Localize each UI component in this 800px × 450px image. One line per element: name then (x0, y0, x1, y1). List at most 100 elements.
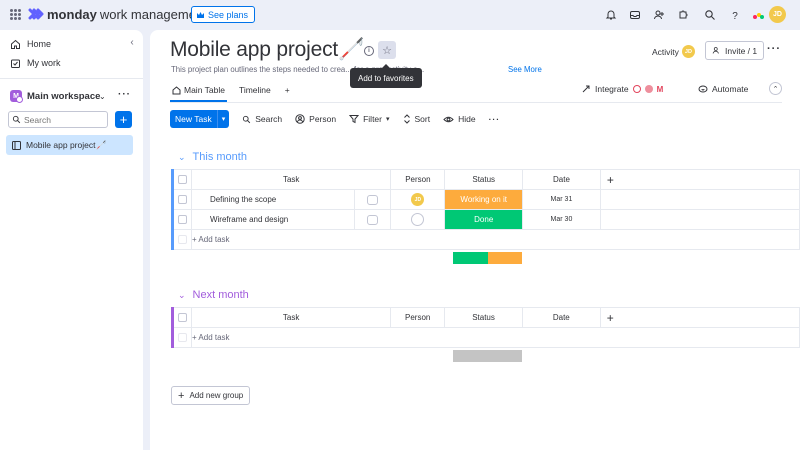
favorites-tooltip: Add to favorites (350, 64, 422, 88)
add-task-row[interactable]: + Add task (172, 327, 800, 348)
new-task-button[interactable]: New Task ▾ (170, 110, 230, 128)
help-icon[interactable]: ? (729, 9, 741, 21)
brand-name: monday (47, 7, 97, 22)
empty-person-icon[interactable] (411, 213, 425, 226)
group-title-next-month[interactable]: ⌄ Next month (178, 289, 249, 301)
add-new-group-button[interactable]: + Add new group (171, 386, 251, 405)
add-column-icon[interactable]: + (599, 169, 800, 190)
table-row[interactable]: Defining the scope JD Working on it Mar … (172, 189, 800, 210)
col-header-status[interactable]: Status (444, 307, 523, 328)
add-item-button[interactable]: + (115, 111, 132, 128)
row-checkbox (177, 235, 187, 244)
status-cell[interactable]: Done (444, 209, 524, 230)
collapse-header-icon[interactable]: ⌃ (769, 82, 782, 95)
info-icon[interactable]: i (364, 46, 374, 56)
add-column-icon[interactable]: + (599, 307, 800, 328)
row-checkbox[interactable] (177, 195, 187, 204)
filter-button[interactable]: Filter ▾ (349, 114, 390, 124)
table-header: Task Person Status Date + (172, 307, 800, 328)
status-label[interactable]: Done (445, 210, 523, 229)
task-cell[interactable]: Defining the scope (190, 189, 392, 210)
sidebar-item-home[interactable]: Home (10, 36, 51, 52)
user-avatar[interactable]: JD (769, 6, 786, 23)
integrate-button[interactable]: Integrate M (581, 84, 663, 94)
task-cell[interactable]: Wireframe and design (190, 209, 392, 230)
board-more-icon[interactable]: ··· (767, 43, 781, 55)
status-cell[interactable]: Working on it (444, 189, 524, 210)
col-header-person[interactable]: Person (390, 307, 446, 328)
collapse-sidebar-icon[interactable]: ‹ (125, 35, 139, 49)
select-all-checkbox[interactable] (177, 175, 187, 184)
monday-apps-icon[interactable] (752, 9, 765, 21)
inbox-icon[interactable] (629, 9, 641, 21)
col-header-task[interactable]: Task (190, 307, 392, 328)
status-summary-bar[interactable] (453, 350, 522, 362)
hide-button[interactable]: Hide (443, 114, 476, 124)
sidebar-search[interactable] (8, 111, 108, 128)
sidebar-item-label: Home (27, 39, 52, 49)
automate-button[interactable]: Automate (698, 84, 748, 94)
search-icon (12, 115, 21, 124)
col-header-date[interactable]: Date (522, 169, 601, 190)
activity-button[interactable]: Activity JD (652, 45, 695, 58)
updates-cell[interactable] (354, 190, 390, 209)
apps-icon[interactable] (677, 9, 689, 21)
row-select-cell (172, 327, 192, 348)
group-name[interactable]: This month (193, 151, 247, 163)
search-icon[interactable] (704, 9, 716, 21)
board-title[interactable]: Mobile app project🦯 (170, 38, 364, 62)
add-task-input[interactable]: + Add task (190, 229, 800, 250)
workspace-selector[interactable]: M Main workspace (10, 90, 100, 103)
add-view-icon[interactable]: + (283, 81, 292, 99)
add-task-row[interactable]: + Add task (172, 229, 800, 250)
col-header-date[interactable]: Date (521, 307, 601, 328)
invite-members-icon[interactable] (653, 9, 665, 21)
col-header-task[interactable]: Task (190, 169, 392, 190)
sidebar-item-my-work[interactable]: My work (10, 55, 61, 71)
bell-icon[interactable] (605, 9, 617, 21)
favorite-star-icon[interactable]: ☆ (378, 41, 396, 59)
sidebar-board-label: Mobile app project🦯 (26, 139, 107, 150)
chevron-down-icon[interactable]: ⌄ (99, 92, 106, 101)
integrate-label: Integrate (595, 84, 629, 94)
add-task-input[interactable]: + Add task (190, 327, 800, 348)
sort-icon (403, 114, 410, 124)
chevron-down-icon[interactable]: ⌄ (178, 290, 186, 301)
tab-main-table[interactable]: Main Table (170, 81, 227, 102)
see-plans-button[interactable]: See plans (191, 6, 256, 23)
group-title-this-month[interactable]: ⌄ This month (178, 151, 247, 163)
sidebar-item-mobile-app-project[interactable]: Mobile app project🦯 (6, 135, 133, 155)
add-update-icon[interactable] (367, 194, 379, 205)
search-button[interactable]: Search (242, 114, 282, 124)
person-filter-button[interactable]: Person (295, 114, 336, 124)
chevron-down-icon[interactable]: ▾ (386, 115, 390, 123)
invite-button[interactable]: Invite / 1 (705, 41, 765, 60)
status-summary-bar[interactable] (453, 252, 522, 264)
date-cell[interactable]: Mar 30 (522, 209, 601, 230)
col-header-person[interactable]: Person (390, 169, 446, 190)
person-cell[interactable] (390, 209, 446, 230)
date-cell[interactable]: Mar 31 (522, 189, 601, 210)
person-avatar[interactable]: JD (411, 193, 425, 206)
table-row[interactable]: Wireframe and design Done Mar 30 (172, 209, 800, 230)
select-all-checkbox[interactable] (177, 313, 187, 322)
eye-hide-icon (443, 116, 454, 122)
toolbar-more-icon[interactable]: ··· (489, 114, 501, 124)
more-icon[interactable]: ··· (118, 89, 131, 100)
status-label[interactable]: Working on it (445, 190, 523, 209)
sidebar-search-input[interactable] (24, 114, 104, 125)
task-name[interactable]: Defining the scope (210, 195, 276, 204)
tab-timeline[interactable]: Timeline (237, 81, 273, 99)
chevron-down-icon[interactable]: ⌄ (178, 152, 186, 163)
row-checkbox[interactable] (177, 215, 187, 224)
person-cell[interactable]: JD (390, 189, 446, 210)
add-update-icon[interactable] (367, 214, 379, 225)
see-more-link[interactable]: See More (508, 65, 542, 74)
col-header-status[interactable]: Status (444, 169, 524, 190)
chevron-down-icon[interactable]: ▾ (216, 110, 230, 128)
group-name[interactable]: Next month (193, 289, 249, 301)
sort-button[interactable]: Sort (403, 114, 430, 124)
app-grid-icon[interactable] (10, 9, 21, 20)
task-name[interactable]: Wireframe and design (210, 215, 288, 224)
updates-cell[interactable] (354, 210, 390, 229)
